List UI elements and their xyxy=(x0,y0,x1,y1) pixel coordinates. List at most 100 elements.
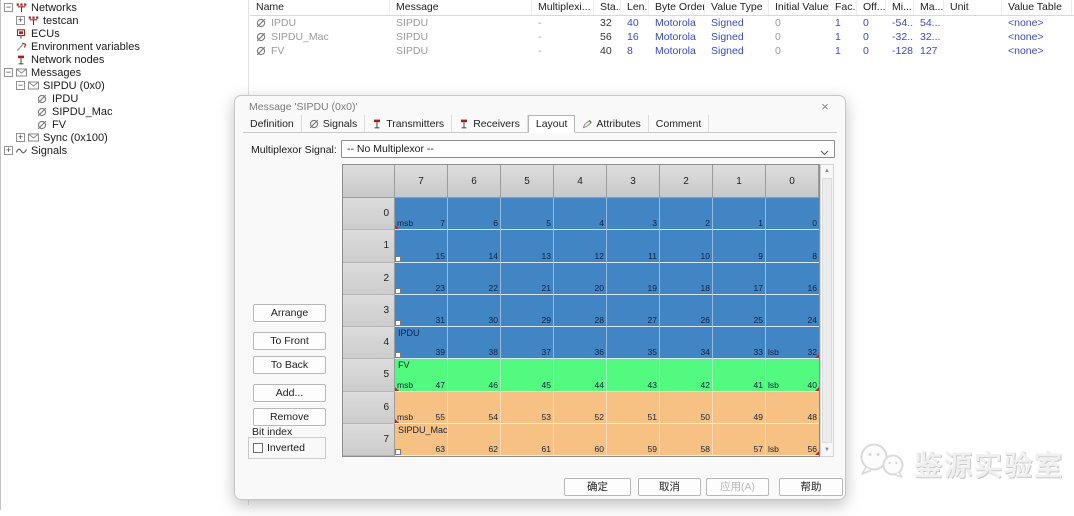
tab-receivers[interactable]: Receivers xyxy=(452,115,528,132)
bit-cell-4-ipdu[interactable]: 4 xyxy=(554,198,607,230)
bit-cell-53-sipdu-mac[interactable]: 53 xyxy=(501,392,554,424)
bit-cell-5-ipdu[interactable]: 5 xyxy=(501,198,554,230)
tree-item-sync-0x100[interactable]: +Sync (0x100) xyxy=(1,131,247,144)
bit-cell-2-ipdu[interactable]: 2 xyxy=(660,198,713,230)
bit-cell-42-fv[interactable]: 42 xyxy=(660,359,713,391)
bit-cell-29-ipdu[interactable]: 29 xyxy=(501,295,554,327)
tab-attributes[interactable]: Attributes xyxy=(575,115,648,132)
bit-cell-48-sipdu-mac[interactable]: 48 xyxy=(766,392,819,424)
tree-item-network-nodes[interactable]: Network nodes xyxy=(1,53,247,66)
bit-cell-0-ipdu[interactable]: 0 xyxy=(766,198,819,230)
collapse-icon[interactable]: − xyxy=(4,3,13,12)
bit-cell-27-ipdu[interactable]: 27 xyxy=(607,295,660,327)
table-row-fv[interactable]: FVSIPDU-408MotorolaSigned010-128127<none… xyxy=(250,44,1074,58)
tree-item-ecus[interactable]: ECUs xyxy=(1,27,247,40)
bit-cell-14-ipdu[interactable]: 14 xyxy=(448,230,501,262)
tab-comment[interactable]: Comment xyxy=(649,115,710,132)
bit-cell-39-ipdu[interactable]: IPDU39 xyxy=(395,327,448,359)
column-header-byte-order[interactable]: Byte Order xyxy=(649,0,705,15)
table-row-sipdu-mac[interactable]: SIPDU_MacSIPDU-5616MotorolaSigned010-32.… xyxy=(250,30,1074,44)
bit-cell-59-sipdu-mac[interactable]: 59 xyxy=(607,424,660,456)
column-header-initial-value[interactable]: Initial Value xyxy=(769,0,829,15)
bit-cell-33-ipdu[interactable]: 33 xyxy=(713,327,766,359)
grid-scrollbar[interactable]: ▲ ▼ xyxy=(820,164,834,457)
bit-cell-62-sipdu-mac[interactable]: 62 xyxy=(448,424,501,456)
bit-cell-55-sipdu-mac[interactable]: msb55 xyxy=(395,392,448,424)
remove-button[interactable]: Remove xyxy=(253,408,326,426)
bit-cell-30-ipdu[interactable]: 30 xyxy=(448,295,501,327)
table-row-ipdu[interactable]: IPDUSIPDU-3240MotorolaSigned010-54...54.… xyxy=(250,16,1074,30)
expand-icon[interactable]: + xyxy=(16,16,25,25)
column-header-message[interactable]: Message xyxy=(390,0,532,15)
bit-cell-56-sipdu-mac[interactable]: lsb56 xyxy=(766,424,819,456)
bit-cell-34-ipdu[interactable]: 34 xyxy=(660,327,713,359)
bit-cell-63-sipdu-mac[interactable]: SIPDU_Mac63 xyxy=(395,424,448,456)
bit-cell-28-ipdu[interactable]: 28 xyxy=(554,295,607,327)
column-header-value-type[interactable]: Value Type xyxy=(705,0,769,15)
to-front-button[interactable]: To Front xyxy=(253,332,326,350)
bit-cell-15-ipdu[interactable]: 15 xyxy=(395,230,448,262)
bit-cell-47-fv[interactable]: FVmsb47 xyxy=(395,359,448,391)
bit-cell-10-ipdu[interactable]: 10 xyxy=(660,230,713,262)
row-handle[interactable] xyxy=(395,256,401,262)
bit-cell-25-ipdu[interactable]: 25 xyxy=(713,295,766,327)
bit-cell-50-sipdu-mac[interactable]: 50 xyxy=(660,392,713,424)
bit-cell-32-ipdu[interactable]: lsb32 xyxy=(766,327,819,359)
bit-cell-37-ipdu[interactable]: 37 xyxy=(501,327,554,359)
tab-definition[interactable]: Definition xyxy=(243,115,302,132)
bit-cell-9-ipdu[interactable]: 9 xyxy=(713,230,766,262)
scrollbar-thumb[interactable] xyxy=(822,178,832,443)
cancel-button[interactable]: 取消 xyxy=(638,478,701,496)
tree-item-sipdu-mac[interactable]: SIPDU_Mac xyxy=(1,105,247,118)
bit-cell-21-ipdu[interactable]: 21 xyxy=(501,263,554,295)
row-handle[interactable] xyxy=(395,449,401,455)
tree-item-sipdu-0x0[interactable]: −SIPDU (0x0) xyxy=(1,79,247,92)
bit-cell-35-ipdu[interactable]: 35 xyxy=(607,327,660,359)
bit-cell-36-ipdu[interactable]: 36 xyxy=(554,327,607,359)
bit-cell-11-ipdu[interactable]: 11 xyxy=(607,230,660,262)
scroll-down-icon[interactable]: ▼ xyxy=(821,444,833,456)
bit-cell-41-fv[interactable]: 41 xyxy=(713,359,766,391)
bit-cell-44-fv[interactable]: 44 xyxy=(554,359,607,391)
bit-cell-38-ipdu[interactable]: 38 xyxy=(448,327,501,359)
bit-cell-26-ipdu[interactable]: 26 xyxy=(660,295,713,327)
expand-icon[interactable]: + xyxy=(16,133,25,142)
tab-transmitters[interactable]: Transmitters xyxy=(365,115,452,132)
bit-cell-8-ipdu[interactable]: 8 xyxy=(766,230,819,262)
bit-cell-51-sipdu-mac[interactable]: 51 xyxy=(607,392,660,424)
column-header-value-table[interactable]: Value Table xyxy=(1002,0,1072,15)
column-header-unit[interactable]: Unit xyxy=(944,0,1002,15)
collapse-icon[interactable]: − xyxy=(16,81,25,90)
column-header-start[interactable]: Sta... xyxy=(594,0,621,15)
bit-cell-22-ipdu[interactable]: 22 xyxy=(448,263,501,295)
inverted-checkbox[interactable] xyxy=(253,443,263,453)
tree-item-ipdu[interactable]: IPDU xyxy=(1,92,247,105)
arrange-button[interactable]: Arrange xyxy=(253,304,326,322)
bit-cell-13-ipdu[interactable]: 13 xyxy=(501,230,554,262)
scroll-up-icon[interactable]: ▲ xyxy=(821,165,833,177)
collapse-icon[interactable]: − xyxy=(4,68,13,77)
bit-cell-18-ipdu[interactable]: 18 xyxy=(660,263,713,295)
column-header-length[interactable]: Len... xyxy=(621,0,649,15)
tree-item-networks[interactable]: −Networks xyxy=(1,1,247,14)
bit-cell-40-fv[interactable]: lsb40 xyxy=(766,359,819,391)
bit-cell-31-ipdu[interactable]: 31 xyxy=(395,295,448,327)
column-header-min[interactable]: Mi... xyxy=(886,0,914,15)
add-button[interactable]: Add... xyxy=(253,384,326,402)
bit-cell-57-sipdu-mac[interactable]: 57 xyxy=(713,424,766,456)
tab-signals[interactable]: Signals xyxy=(302,115,365,132)
bit-cell-54-sipdu-mac[interactable]: 54 xyxy=(448,392,501,424)
column-header-multiplexing[interactable]: Multiplexi... xyxy=(532,0,594,15)
tree-item-signals[interactable]: +Signals xyxy=(1,144,247,157)
bit-cell-7-ipdu[interactable]: msb7 xyxy=(395,198,448,230)
tree-item-environment-variables[interactable]: Environment variables xyxy=(1,40,247,53)
close-icon[interactable]: × xyxy=(817,99,833,115)
bit-cell-23-ipdu[interactable]: 23 xyxy=(395,263,448,295)
expand-icon[interactable]: + xyxy=(4,146,13,155)
to-back-button[interactable]: To Back xyxy=(253,356,326,374)
bit-cell-61-sipdu-mac[interactable]: 61 xyxy=(501,424,554,456)
bit-cell-12-ipdu[interactable]: 12 xyxy=(554,230,607,262)
bit-cell-24-ipdu[interactable]: 24 xyxy=(766,295,819,327)
row-handle[interactable] xyxy=(395,352,401,358)
bit-cell-43-fv[interactable]: 43 xyxy=(607,359,660,391)
